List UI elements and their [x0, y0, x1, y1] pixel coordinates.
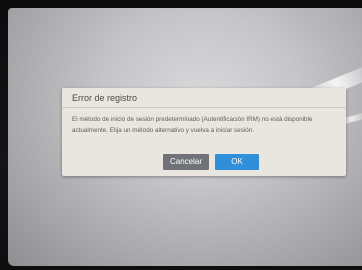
ok-button[interactable]: OK: [215, 154, 259, 170]
error-dialog: Error de registro El método de inicio de…: [62, 88, 346, 176]
monitor-bezel: Error de registro El método de inicio de…: [0, 0, 362, 270]
cancel-button[interactable]: Cancelar: [163, 154, 209, 170]
dialog-title: Error de registro: [62, 88, 346, 108]
dialog-message: El método de inicio de sesión predetermi…: [72, 116, 313, 134]
screen: Error de registro El método de inicio de…: [8, 8, 362, 266]
